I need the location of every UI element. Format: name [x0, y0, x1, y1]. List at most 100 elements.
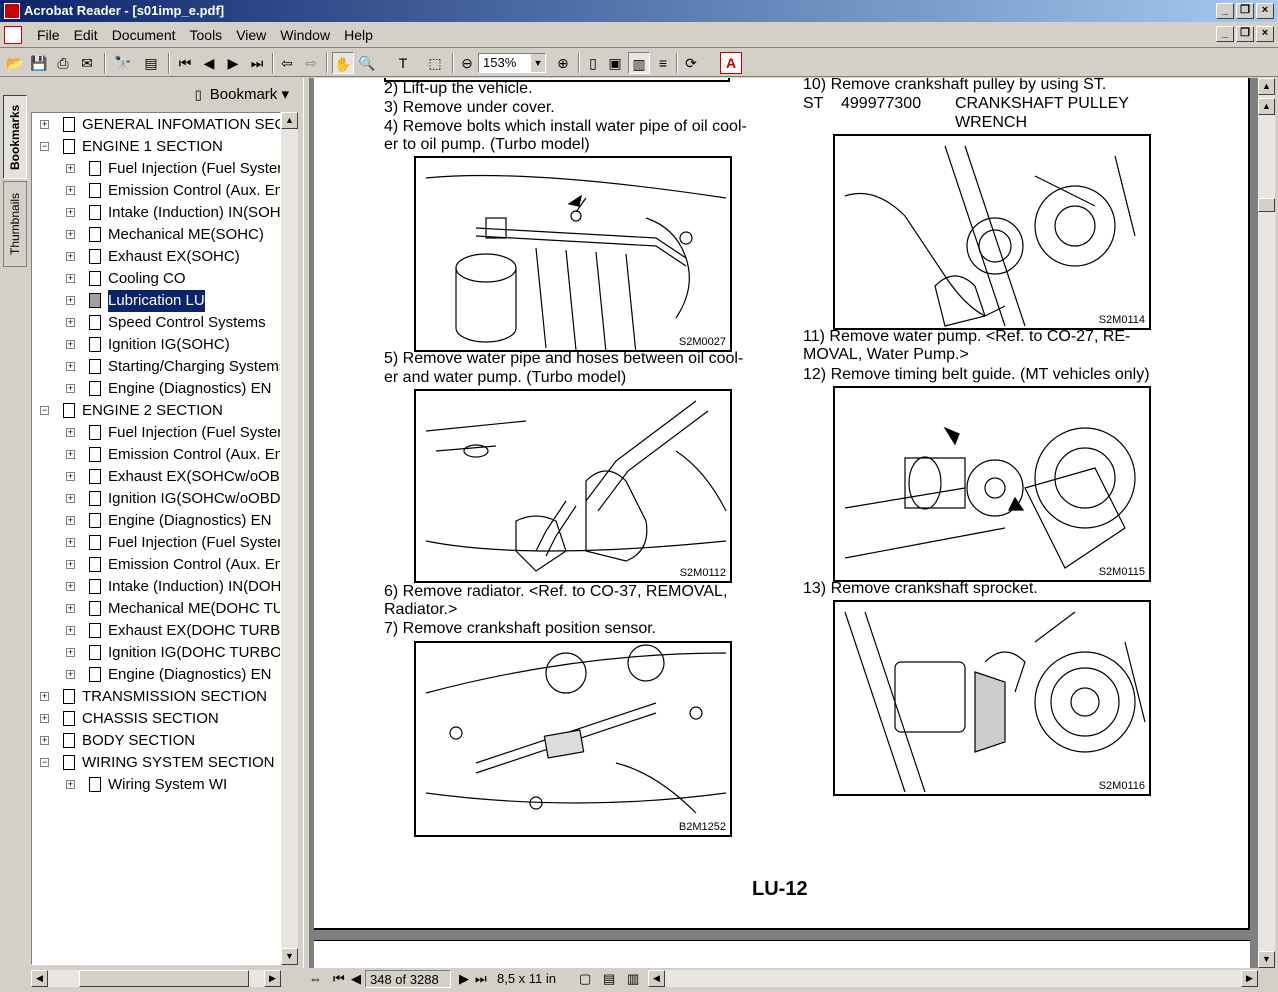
bookmark-label[interactable]: GENERAL INFOMATION SECTION	[82, 114, 280, 136]
facing-page-icon[interactable]: ▥	[623, 970, 643, 988]
bookmark-label[interactable]: Engine (Diagnostics) EN	[108, 378, 271, 400]
tab-bookmarks[interactable]: Bookmarks	[3, 95, 27, 179]
bookmark-item[interactable]: + Emission Control (Aux. Emission)	[32, 444, 280, 466]
bookmark-item[interactable]: + Emission Control (Aux. Emission)	[32, 180, 280, 202]
bookmark-item[interactable]: + Engine (Diagnostics) EN	[32, 378, 280, 400]
bookmark-label[interactable]: WIRING SYSTEM SECTION	[82, 752, 275, 774]
expand-icon[interactable]: +	[66, 516, 75, 525]
first-page-icon[interactable]: ⏮	[174, 52, 196, 74]
bookmark-label[interactable]: Ignition IG(DOHC TURBO)	[108, 642, 280, 664]
bookmark-label[interactable]: BODY SECTION	[82, 730, 195, 752]
continuous-page-icon[interactable]: ▤	[599, 970, 619, 988]
expand-icon[interactable]: +	[66, 318, 75, 327]
document-horizontal-scrollbar[interactable]: ◀ ▶	[648, 970, 1258, 987]
zoom-out-icon[interactable]: ⊖	[456, 52, 478, 74]
expand-icon[interactable]: +	[66, 164, 75, 173]
doc-close-button[interactable]: ×	[1256, 26, 1274, 42]
bookmark-item[interactable]: + CHASSIS SECTION	[32, 708, 280, 730]
bookmark-item[interactable]: + Engine (Diagnostics) EN	[32, 510, 280, 532]
scroll-up-icon[interactable]: ▲	[1258, 78, 1275, 95]
bookmark-label[interactable]: Intake (Induction) IN(DOHC)	[108, 576, 280, 598]
expand-icon[interactable]: +	[40, 714, 49, 723]
email-icon[interactable]: ✉	[76, 52, 98, 74]
bookmark-label[interactable]: Starting/Charging Systems	[108, 356, 280, 378]
bookmark-item[interactable]: + Exhaust EX(SOHCw/oOBD)	[32, 466, 280, 488]
bookmark-item[interactable]: + Exhaust EX(SOHC)	[32, 246, 280, 268]
bookmark-item[interactable]: + Wiring System WI	[32, 774, 280, 796]
show-navigation-pane-icon[interactable]: ▤	[140, 52, 162, 74]
zoom-level-select[interactable]: 153% ▼	[478, 53, 546, 73]
minimize-button[interactable]: _	[1216, 3, 1234, 19]
bookmark-menu-button[interactable]: ▯ Bookmark ▾	[195, 85, 289, 103]
bookmark-label[interactable]: Mechanical ME(DOHC TURBO)	[108, 598, 280, 620]
expand-icon[interactable]: +	[66, 428, 75, 437]
expand-icon[interactable]: +	[66, 648, 75, 657]
expand-icon[interactable]: +	[66, 472, 75, 481]
bookmark-label[interactable]: Fuel Injection (Fuel Systems)	[108, 422, 280, 444]
adobe-online-icon[interactable]: A	[720, 52, 742, 74]
close-button[interactable]: ×	[1256, 3, 1274, 19]
expand-icon[interactable]: +	[66, 560, 75, 569]
find-icon[interactable]: 🔭	[112, 52, 134, 74]
expand-icon[interactable]: +	[40, 736, 49, 745]
bookmark-label[interactable]: Engine (Diagnostics) EN	[108, 510, 271, 532]
acrobat-app-icon[interactable]	[4, 3, 20, 19]
scroll-left-icon[interactable]: ◀	[31, 970, 48, 987]
expand-icon[interactable]: +	[66, 340, 75, 349]
collapse-icon[interactable]: −	[40, 142, 49, 151]
rotate-view-icon[interactable]: ⟳	[680, 52, 702, 74]
previous-page-icon[interactable]: ◀	[198, 52, 220, 74]
actual-size-icon[interactable]: ▯	[582, 52, 604, 74]
go-back-icon[interactable]: ⇦	[276, 52, 298, 74]
expand-icon[interactable]: +	[66, 538, 75, 547]
bookmark-item[interactable]: + Ignition IG(DOHC TURBO)	[32, 642, 280, 664]
bookmark-label[interactable]: Fuel Injection (Fuel Systems) FU	[108, 158, 280, 180]
last-page-icon[interactable]: ⏭	[471, 970, 491, 988]
bookmark-label[interactable]: Emission Control (Aux. Emission)	[108, 180, 280, 202]
chevron-down-icon[interactable]: ▼	[531, 54, 545, 72]
print-icon[interactable]: ⎙	[52, 52, 74, 74]
bookmark-label[interactable]: Emission Control (Aux. Emission)	[108, 444, 280, 466]
fit-width-icon[interactable]: ▥	[628, 52, 650, 74]
expand-icon[interactable]: +	[66, 626, 75, 635]
scroll-right-icon[interactable]: ▶	[264, 970, 281, 987]
scroll-thumb[interactable]	[79, 970, 249, 987]
previous-page-icon[interactable]: ◀	[347, 970, 367, 988]
menu-document[interactable]: Document	[105, 27, 183, 43]
bookmark-item[interactable]: + Intake (Induction) IN(DOHC)	[32, 576, 280, 598]
expand-icon[interactable]: +	[66, 252, 75, 261]
expand-icon[interactable]: +	[66, 296, 75, 305]
bookmark-item[interactable]: + Lubrication LU	[32, 289, 280, 313]
bookmark-label[interactable]: Fuel Injection (Fuel Systems)	[108, 532, 280, 554]
bookmark-item[interactable]: − WIRING SYSTEM SECTION	[32, 752, 280, 774]
menu-help[interactable]: Help	[337, 27, 380, 43]
bookmark-label[interactable]: Speed Control Systems	[108, 312, 266, 334]
bookmark-item[interactable]: + GENERAL INFOMATION SECTION	[32, 114, 280, 136]
bookmark-label[interactable]: ENGINE 1 SECTION	[82, 136, 223, 158]
bookmark-label[interactable]: Emission Control (Aux. Emission)	[108, 554, 280, 576]
expand-icon[interactable]: +	[66, 670, 75, 679]
expand-icon[interactable]: +	[66, 450, 75, 459]
bookmark-label[interactable]: Exhaust EX(SOHCw/oOBD)	[108, 466, 280, 488]
bookmark-label[interactable]: Exhaust EX(DOHC TURBO)	[108, 620, 280, 642]
doc-minimize-button[interactable]: _	[1216, 26, 1234, 42]
page-up-icon[interactable]: ▲	[1258, 98, 1275, 115]
bookmark-item[interactable]: + Starting/Charging Systems	[32, 356, 280, 378]
expand-icon[interactable]: +	[66, 780, 75, 789]
graphics-select-tool-icon[interactable]: ⬚	[424, 52, 446, 74]
bookmark-item[interactable]: + Emission Control (Aux. Emission)	[32, 554, 280, 576]
expand-icon[interactable]: +	[66, 208, 75, 217]
first-page-icon[interactable]: ⏮	[329, 970, 349, 988]
expand-icon[interactable]: +	[40, 692, 49, 701]
go-forward-icon[interactable]: ⇨	[300, 52, 322, 74]
bookmark-label[interactable]: ENGINE 2 SECTION	[82, 400, 223, 422]
fit-in-window-icon[interactable]: ▣	[604, 52, 626, 74]
scroll-up-icon[interactable]: ▲	[281, 112, 298, 129]
bookmark-item[interactable]: + Exhaust EX(DOHC TURBO)	[32, 620, 280, 642]
bookmark-label[interactable]: Mechanical ME(SOHC)	[108, 224, 264, 246]
menu-tools[interactable]: Tools	[183, 27, 230, 43]
bookmark-item[interactable]: − ENGINE 2 SECTION	[32, 400, 280, 422]
bookmark-label[interactable]: Engine (Diagnostics) EN	[108, 664, 271, 686]
bookmark-label[interactable]: CHASSIS SECTION	[82, 708, 219, 730]
text-select-tool-icon[interactable]: T	[392, 52, 414, 74]
